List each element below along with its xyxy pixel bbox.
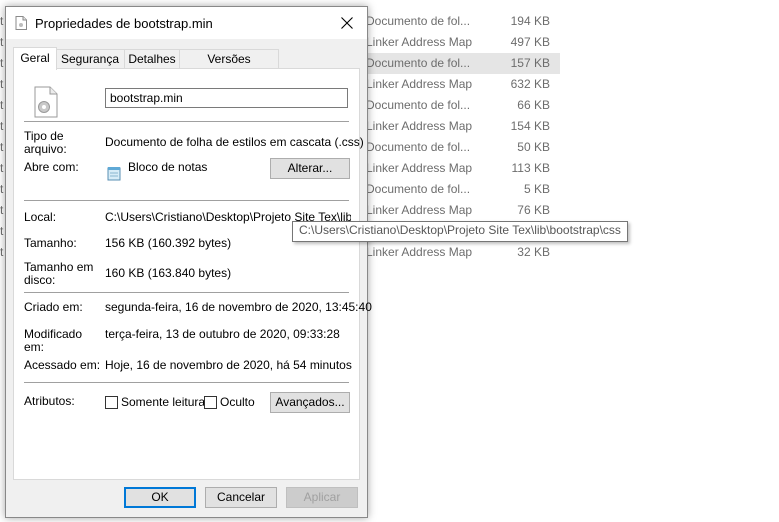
file-type: Linker Address Map [366, 77, 473, 91]
file-type: Linker Address Map [366, 119, 473, 133]
file-size: 113 KB [511, 161, 550, 175]
file-size: 32 KB [517, 245, 550, 259]
file-list-row[interactable]: Linker Address Map 632 KB [360, 74, 560, 95]
file-list-row[interactable]: Linker Address Map 497 KB [360, 32, 560, 53]
dialog-titlebar: Propriedades de bootstrap.min [6, 7, 367, 39]
file-type: Documento de fol... [366, 140, 471, 154]
tab-seguranca[interactable]: Segurança [55, 49, 125, 68]
css-file-gear-icon [34, 86, 58, 118]
file-type: Linker Address Map [366, 35, 473, 49]
file-size: 66 KB [517, 98, 550, 112]
created-label: Criado em: [24, 300, 83, 314]
size-on-disk-label: Tamanho em disco: [24, 260, 94, 287]
file-list-row[interactable]: Documento de fol... 5 KB [360, 179, 560, 200]
general-panel: bootstrap.min Tipo de arquivo: Documento… [13, 68, 372, 480]
separator [24, 292, 349, 293]
file-size: 157 KB [510, 56, 550, 70]
file-list-row[interactable]: Documento de fol... 50 KB [360, 137, 560, 158]
file-type: Documento de fol... [366, 98, 471, 112]
apply-button: Aplicar [286, 487, 358, 508]
accessed-label: Acessado em: [24, 358, 101, 372]
tab-geral[interactable]: Geral [13, 47, 57, 70]
file-list-row[interactable]: Linker Address Map 154 KB [360, 116, 560, 137]
advanced-button[interactable]: Avançados... [270, 392, 350, 413]
opens-with-label: Abre com: [24, 160, 79, 174]
type-label: Tipo de arquivo: [24, 129, 67, 156]
file-size: 497 KB [510, 35, 550, 49]
separator [24, 121, 349, 122]
file-type: Documento de fol... [366, 14, 471, 28]
size-value: 156 KB (160.392 bytes) [105, 236, 232, 250]
file-list-row[interactable]: Documento de fol... 194 KB [360, 11, 560, 32]
attributes-label: Atributos: [24, 394, 75, 408]
file-type: Linker Address Map [366, 245, 473, 259]
size-on-disk-value: 160 KB (163.840 bytes) [105, 266, 232, 280]
file-type: Documento de fol... [366, 182, 471, 196]
file-size: 76 KB [517, 203, 550, 217]
cancel-button[interactable]: Cancelar [205, 487, 277, 508]
hidden-checkbox[interactable] [204, 396, 217, 409]
close-icon [341, 17, 353, 29]
size-label: Tamanho: [24, 236, 77, 250]
readonly-checkbox[interactable] [105, 396, 118, 409]
hidden-label[interactable]: Oculto [220, 396, 255, 409]
type-value: Documento de folha de estilos em cascata… [105, 135, 364, 149]
notepad-icon [107, 167, 121, 181]
file-list-row[interactable]: Linker Address Map 113 KB [360, 158, 560, 179]
file-size: 632 KB [510, 77, 550, 91]
file-name-input[interactable]: bootstrap.min [105, 88, 348, 108]
created-value: segunda-feira, 16 de novembro de 2020, 1… [105, 300, 372, 314]
file-list-row[interactable]: Linker Address Map 76 KB [360, 200, 560, 221]
opens-with-value: Bloco de notas [128, 160, 208, 174]
file-type: Linker Address Map [366, 161, 473, 175]
dialog-title: Propriedades de bootstrap.min [35, 16, 213, 31]
file-size: 5 KB [523, 182, 550, 196]
readonly-label[interactable]: Somente leitura [121, 396, 205, 409]
tab-versoes-anteriores[interactable]: Versões Anteriores [179, 49, 279, 84]
close-button[interactable] [327, 7, 367, 39]
file-size: 50 KB [517, 140, 550, 154]
separator [24, 200, 349, 201]
ok-button[interactable]: OK [124, 487, 196, 508]
css-file-icon [15, 16, 27, 30]
change-button[interactable]: Alterar... [270, 158, 350, 179]
file-size: 154 KB [510, 119, 550, 133]
modified-value: terça-feira, 13 de outubro de 2020, 09:3… [105, 327, 340, 341]
separator [24, 382, 349, 383]
path-tooltip: C:\Users\Cristiano\Desktop\Projeto Site … [292, 221, 628, 242]
modified-label: Modificado em: [24, 327, 83, 354]
file-list-row[interactable]: Documento de fol... 157 KB [360, 53, 560, 74]
file-type: Linker Address Map [366, 203, 473, 217]
accessed-value: Hoje, 16 de novembro de 2020, há 54 minu… [105, 358, 352, 372]
properties-dialog: Propriedades de bootstrap.min Geral Segu… [5, 6, 372, 518]
tab-detalhes[interactable]: Detalhes [124, 49, 180, 68]
file-size: 194 KB [510, 14, 550, 28]
file-list-row[interactable]: Documento de fol... 66 KB [360, 95, 560, 116]
location-label: Local: [24, 210, 57, 224]
file-type: Documento de fol... [366, 56, 471, 70]
file-list-row[interactable]: Linker Address Map 32 KB [360, 242, 560, 263]
